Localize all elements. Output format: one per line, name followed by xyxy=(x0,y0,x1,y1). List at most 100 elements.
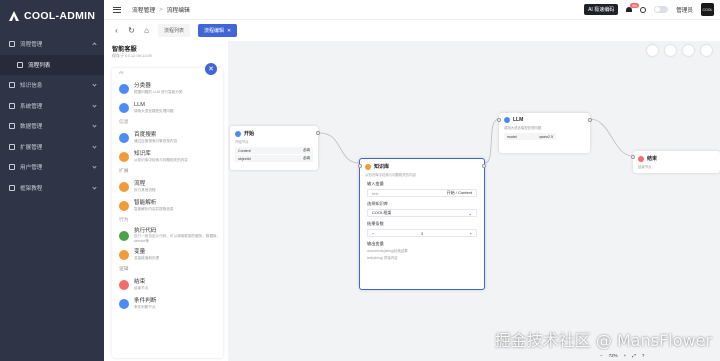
chevron-down-icon: ⌄ xyxy=(468,210,472,216)
output-port[interactable] xyxy=(316,131,320,135)
output-variable: text(string) 拼接内容 xyxy=(367,256,398,260)
folder-icon xyxy=(9,102,15,109)
logo-icon xyxy=(9,11,19,21)
node-library-item[interactable]: 结束 结束节点 xyxy=(112,275,223,294)
llm-icon xyxy=(119,102,129,113)
selected-knowledge: COOL框架 xyxy=(372,210,392,215)
node-item-title: 条件判断 xyxy=(134,298,157,304)
node-desc: 开始节点 xyxy=(235,140,249,144)
watermark: 掘金技术社区 @ MansFlower xyxy=(494,331,712,350)
flow-canvas[interactable]: 开始 开始节点 Content 必填 objectId 必填 知识库 从知识库中检索… xyxy=(228,41,720,361)
param-row[interactable]: Content 必填 xyxy=(235,147,313,154)
param-required: 必填 xyxy=(302,148,310,152)
sidebar-item-flow-list[interactable]: 流程列表 xyxy=(0,54,104,75)
input-port[interactable] xyxy=(497,118,501,122)
node-library-item[interactable]: 百度搜索 通过百度搜索引擎查找内容 xyxy=(112,128,223,147)
zoom-in-icon[interactable]: + xyxy=(624,353,627,358)
node-group-label: 行为 xyxy=(119,218,129,223)
app-logo[interactable]: COOL-ADMIN xyxy=(0,0,104,32)
sidebar-item-data[interactable]: 数据管理 xyxy=(0,116,104,137)
edge-knowledge-llm xyxy=(484,118,500,164)
tab-flow-edit[interactable]: 流程编辑 ✕ xyxy=(198,24,238,37)
chevron-up-icon xyxy=(92,42,97,47)
play-icon xyxy=(235,130,241,137)
node-library-item[interactable]: 智能解析 智能解析内容并提取信息 xyxy=(112,196,223,215)
llm-node[interactable]: LLM 调用大语言模型处理问题 model qwen2.5 xyxy=(497,113,592,153)
minus-icon[interactable]: − xyxy=(372,231,374,236)
node-library-item[interactable]: 知识库 从知识库中检索与问题相关的内容 xyxy=(112,147,223,166)
edge-llm-end xyxy=(589,118,634,157)
sidebar-item-knowledge[interactable]: 知识信息 xyxy=(0,75,104,96)
sidebar-item-extension[interactable]: 扩展管理 xyxy=(0,137,104,158)
node-item-desc: 调用大语言模型处理问题 xyxy=(134,108,174,113)
menu-toggle-icon[interactable] xyxy=(113,6,121,13)
chevron-down-icon xyxy=(92,164,97,169)
edge-start-knowledge xyxy=(319,132,360,164)
sidebar-item-tutorial[interactable]: 框架教程 xyxy=(0,178,104,199)
parse-icon xyxy=(119,200,129,211)
avatar[interactable]: COOL xyxy=(701,3,714,16)
refresh-icon[interactable]: ↻ xyxy=(128,26,135,35)
node-library-item[interactable]: LLM 调用大语言模型处理问题 xyxy=(112,98,223,117)
close-panel-button[interactable]: ✕ xyxy=(205,63,217,75)
close-icon[interactable]: ✕ xyxy=(227,28,231,34)
sidebar-item-flow-manage[interactable]: 流程管理 xyxy=(0,34,104,55)
tab-flow-list[interactable]: 流程列表 xyxy=(158,24,191,37)
result-count-stepper[interactable]: − 3 + xyxy=(367,229,477,237)
sidebar-item-system[interactable]: 系统管理 xyxy=(0,96,104,117)
zoom-out-icon[interactable]: − xyxy=(600,353,603,358)
sidebar-item-label: 扩展管理 xyxy=(20,144,43,151)
input-variable-field[interactable]: text 开始 / Content xyxy=(367,189,477,197)
sidebar-item-label: 流程列表 xyxy=(28,62,51,69)
folder-icon xyxy=(9,164,15,171)
param-value: qwen2.5 xyxy=(539,134,553,139)
breadcrumb-item: 流程编辑 xyxy=(166,8,190,14)
home-icon[interactable]: ⌂ xyxy=(143,26,150,35)
code-icon xyxy=(119,230,129,241)
node-title: 知识库 xyxy=(374,164,390,170)
list-icon xyxy=(17,61,23,68)
node-library-item[interactable]: 分类器 根据问题的 LLM 进行智能分类 xyxy=(112,79,223,98)
folder-icon xyxy=(9,184,15,191)
node-item-desc: 执行其他流程 xyxy=(134,187,156,192)
knowledge-select[interactable]: COOL框架 ⌄ xyxy=(367,209,477,217)
start-node[interactable]: 开始 开始节点 Content 必填 objectId 必填 xyxy=(230,126,320,170)
sidebar: COOL-ADMIN 流程管理 流程列表 知识信息 系统管理 数据管理 扩展管理… xyxy=(0,0,104,361)
app-name: COOL-ADMIN xyxy=(24,10,96,22)
param-name: objectId xyxy=(238,156,251,161)
fit-view-icon[interactable]: ⤢ xyxy=(632,353,636,358)
result-count-label: 结果条数 xyxy=(367,221,384,226)
node-library-item[interactable]: 条件判断 条件判断节点 xyxy=(112,294,223,313)
chevron-down-icon xyxy=(92,123,97,128)
output-port[interactable] xyxy=(588,118,592,122)
model-row[interactable]: model qwen2.5 xyxy=(504,133,556,140)
zoom-level: 72% xyxy=(608,353,618,358)
node-library-item[interactable]: 执行代码 执行一段自定义代码，可以调用框架的服务，数据库、service等 xyxy=(112,226,223,245)
variable-value: 开始 / Content xyxy=(446,190,472,195)
sidebar-item-users[interactable]: 用户管理 xyxy=(0,157,104,178)
sidebar-item-label: 框架教程 xyxy=(20,185,43,192)
input-port[interactable] xyxy=(631,155,635,159)
tab-bar: ‹ ↻ ⌂ 流程列表 流程编辑 ✕ xyxy=(104,19,720,41)
output-port[interactable] xyxy=(482,164,486,168)
node-library-item[interactable]: 流程 执行其他流程 xyxy=(112,177,223,196)
plus-icon[interactable]: + xyxy=(470,231,472,236)
sidebar-item-label: 知识信息 xyxy=(20,83,43,90)
node-library-item[interactable]: 变量 变量赋值和处理 xyxy=(112,245,223,264)
knowledge-node[interactable]: 知识库 从知识库中检索与问题相关的内容 输入变量 text 开始 / Conten… xyxy=(358,158,486,290)
condition-icon xyxy=(119,298,129,309)
settings-gear-icon[interactable] xyxy=(640,6,647,13)
theme-toggle[interactable] xyxy=(654,6,669,13)
notification-badge: 99 xyxy=(630,3,639,8)
user-name[interactable]: 管理员 xyxy=(676,6,693,14)
input-port[interactable] xyxy=(358,164,362,168)
help-icon[interactable]: ? xyxy=(642,353,645,358)
breadcrumb-item[interactable]: 流程管理 xyxy=(132,5,155,14)
back-icon[interactable]: ‹ xyxy=(113,26,120,35)
param-row[interactable]: objectId 必填 xyxy=(235,155,313,162)
end-node[interactable]: 结束 结束节点 xyxy=(631,151,720,173)
notification-bell-icon[interactable]: 99 xyxy=(626,3,639,13)
node-title: 开始 xyxy=(244,131,255,137)
node-desc: 调用大语言模型处理问题 xyxy=(504,126,542,130)
ai-coding-button[interactable]: AI 极速编码 xyxy=(584,4,619,15)
